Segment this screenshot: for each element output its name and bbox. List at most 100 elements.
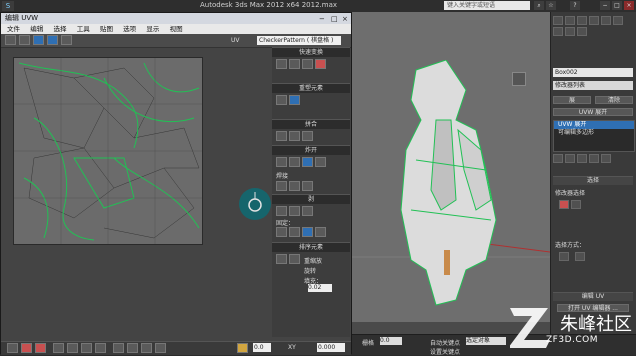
pin-icon[interactable] xyxy=(276,227,287,237)
pelt-icon[interactable] xyxy=(289,206,300,216)
xy-label[interactable]: XY xyxy=(288,344,296,351)
remove-modifier-icon[interactable] xyxy=(589,154,599,163)
helper-icon[interactable] xyxy=(577,27,587,36)
rotate-icon[interactable] xyxy=(19,35,30,45)
help-search-input[interactable]: 键入关键字或短语 xyxy=(444,1,530,10)
brush-icon[interactable] xyxy=(565,16,575,25)
object-name-field[interactable]: Box002 xyxy=(553,68,633,77)
padding-field[interactable]: 0.02 xyxy=(308,284,332,292)
sphere-icon[interactable] xyxy=(553,16,563,25)
pattern-dropdown[interactable]: CheckerPattern ( 棋盘格 ) xyxy=(257,36,341,45)
relax-icon[interactable] xyxy=(276,95,287,105)
zoom-extents-icon[interactable] xyxy=(155,343,166,353)
uv-canvas[interactable] xyxy=(13,57,203,245)
menu-view[interactable]: 视图 xyxy=(170,25,183,33)
unwrap-button[interactable]: 展 xyxy=(553,96,591,104)
menu-options[interactable]: 选项 xyxy=(123,25,136,33)
ring-select-icon[interactable] xyxy=(559,252,569,261)
stitch-average-icon[interactable] xyxy=(302,131,313,141)
zoom-icon[interactable] xyxy=(127,343,138,353)
explode-header[interactable]: 炸开 xyxy=(272,145,350,155)
soft-select-icon[interactable] xyxy=(237,343,248,353)
pin-stack-icon[interactable] xyxy=(553,154,563,163)
auto-key-button[interactable]: 自动关键点 xyxy=(430,338,460,347)
grid-straighten-icon[interactable] xyxy=(289,95,300,105)
unpin-icon[interactable] xyxy=(289,227,300,237)
menu-select[interactable]: 选择 xyxy=(53,25,66,33)
target-weld-icon[interactable] xyxy=(289,181,300,191)
menu-mapping[interactable]: 贴图 xyxy=(100,25,113,33)
pack-normalize-icon[interactable] xyxy=(276,254,287,264)
ring-icon[interactable] xyxy=(95,343,106,353)
uvw-title-bar[interactable]: 编辑 UVW − □ × xyxy=(1,13,351,24)
app-logo[interactable]: S xyxy=(2,1,14,11)
modifier-list-dropdown[interactable]: 修改器列表 xyxy=(553,81,633,90)
reshape-header[interactable]: 重塑元素 xyxy=(272,83,350,93)
pack-custom-icon[interactable] xyxy=(289,254,300,264)
wrench-icon[interactable] xyxy=(613,16,623,25)
weld-selected-icon[interactable] xyxy=(276,181,287,191)
uvw-unwrap-button[interactable]: UVW 展开 xyxy=(553,108,633,116)
light-icon[interactable] xyxy=(553,27,563,36)
select-edge-icon[interactable] xyxy=(21,343,32,353)
align-center-icon[interactable] xyxy=(289,59,300,69)
peel-header[interactable]: 剥 xyxy=(272,194,350,204)
face-select-icon[interactable] xyxy=(571,200,581,209)
loop-icon[interactable] xyxy=(81,343,92,353)
star-icon[interactable]: ☆ xyxy=(546,1,556,10)
break-icon[interactable] xyxy=(276,157,287,167)
coordinate-field[interactable]: 0.000 xyxy=(317,343,345,352)
menu-file[interactable]: 文件 xyxy=(7,25,20,33)
close-button[interactable]: × xyxy=(624,1,634,10)
monitor-icon[interactable] xyxy=(601,16,611,25)
stitch-source-icon[interactable] xyxy=(276,131,287,141)
shapes-icon[interactable] xyxy=(577,16,587,25)
detach-icon[interactable] xyxy=(289,157,300,167)
align-right-icon[interactable] xyxy=(302,59,313,69)
freeform-icon[interactable] xyxy=(47,35,58,45)
quick-peel-icon[interactable] xyxy=(276,206,287,216)
grow-select-icon[interactable] xyxy=(53,343,64,353)
character-mesh[interactable] xyxy=(396,60,516,310)
minimize-button[interactable]: − xyxy=(600,1,610,10)
flatten-icon[interactable] xyxy=(302,157,313,167)
select-vertex-icon[interactable] xyxy=(7,343,18,353)
explode-icon[interactable] xyxy=(315,157,326,167)
mirror-icon[interactable] xyxy=(61,35,72,45)
rescale-checkbox-label[interactable]: 重缩放 xyxy=(304,256,322,265)
gear-icon[interactable] xyxy=(589,16,599,25)
shrink-select-icon[interactable] xyxy=(67,343,78,353)
arrange-header[interactable]: 排序元素 xyxy=(272,242,350,252)
make-unique-icon[interactable] xyxy=(577,154,587,163)
viewcube-icon[interactable] xyxy=(512,72,526,86)
stitch-header[interactable]: 拼合 xyxy=(272,119,350,129)
set-key-button[interactable]: 设置关键点 xyxy=(430,347,460,356)
zoom-field[interactable]: 0.0 xyxy=(253,343,271,352)
stitch-target-icon[interactable] xyxy=(289,131,300,141)
camera-icon[interactable] xyxy=(565,27,575,36)
scale-icon[interactable] xyxy=(33,35,44,45)
loop-select-icon[interactable] xyxy=(575,252,585,261)
menu-tools[interactable]: 工具 xyxy=(77,25,90,33)
menu-edit[interactable]: 编辑 xyxy=(30,25,43,33)
binoculars-icon[interactable]: ⌕ xyxy=(534,1,544,10)
grid-value[interactable]: 0.0 xyxy=(380,337,402,345)
undo-peel-icon[interactable] xyxy=(302,206,313,216)
stack-item-uvw[interactable]: UVW 展开 xyxy=(554,121,634,129)
align-left-icon[interactable] xyxy=(276,59,287,69)
zoom-region-icon[interactable] xyxy=(141,343,152,353)
configure-icon[interactable] xyxy=(601,154,611,163)
selection-rollout[interactable]: 选择 xyxy=(553,176,633,185)
element-select-icon[interactable] xyxy=(559,200,569,209)
weld-all-icon[interactable] xyxy=(302,181,313,191)
selected-dropdown[interactable]: 选定对象 xyxy=(466,337,506,345)
clear-button[interactable]: 清除 xyxy=(595,96,633,104)
menu-display[interactable]: 显示 xyxy=(146,25,159,33)
select-face-icon[interactable] xyxy=(35,343,46,353)
straighten-icon[interactable] xyxy=(315,59,326,69)
select-pins-icon[interactable] xyxy=(315,227,326,237)
pan-icon[interactable] xyxy=(113,343,124,353)
move-icon[interactable] xyxy=(5,35,16,45)
rotate-checkbox-label[interactable]: 旋转 xyxy=(304,266,316,275)
help-icon[interactable]: ? xyxy=(570,1,580,10)
